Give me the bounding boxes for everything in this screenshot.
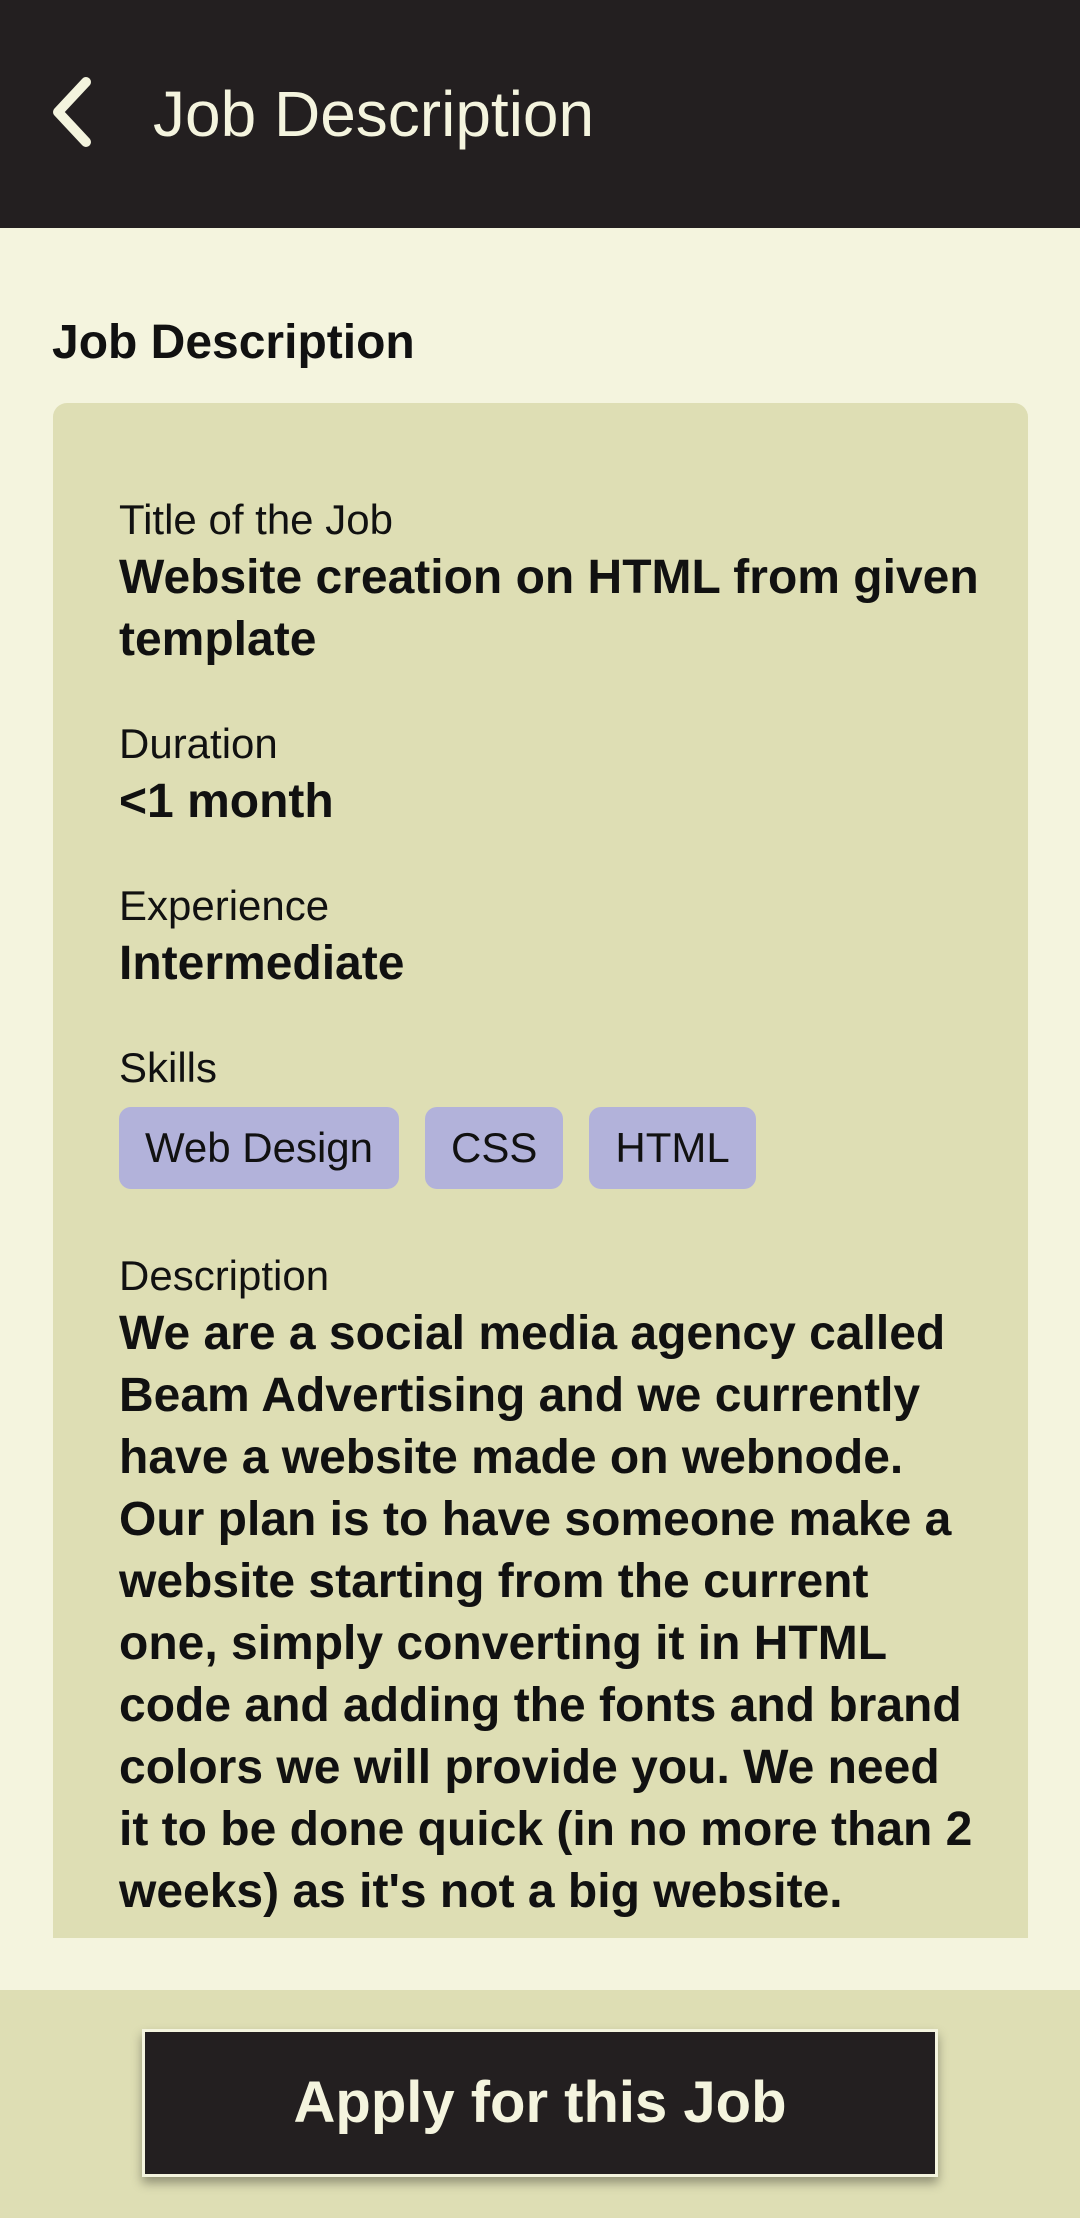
job-details-card: Title of the Job Website creation on HTM… xyxy=(53,403,1028,1938)
bottom-action-bar: Apply for this Job xyxy=(0,1990,1080,2218)
experience-value: Intermediate xyxy=(119,937,405,990)
job-title-field: Title of the Job Website creation on HTM… xyxy=(119,493,979,671)
duration-label: Duration xyxy=(119,720,278,767)
skill-chip-html: HTML xyxy=(589,1107,756,1189)
chevron-left-icon xyxy=(53,77,91,147)
skill-chip-web-design: Web Design xyxy=(119,1107,400,1189)
duration-field: Duration <1 month xyxy=(119,717,979,833)
description-label: Description xyxy=(119,1252,330,1299)
app-bar: Job Description xyxy=(0,0,1080,228)
skill-chip-css: CSS xyxy=(425,1107,564,1189)
experience-field: Experience Intermediate xyxy=(119,879,979,995)
app-bar-title: Job Description xyxy=(153,78,595,150)
job-details-content: Title of the Job Website creation on HTM… xyxy=(119,493,979,1923)
description-field: Description We are a social media agency… xyxy=(119,1249,979,1923)
skills-field: Skills Web Design CSS HTML xyxy=(119,1041,979,1189)
skills-chip-list: Web Design CSS HTML xyxy=(119,1107,979,1189)
duration-value: <1 month xyxy=(119,775,334,828)
experience-label: Experience xyxy=(119,882,330,929)
job-title-value: Website creation on HTML from given temp… xyxy=(119,551,979,666)
description-text: We are a social media agency called Beam… xyxy=(119,1307,973,1918)
back-button[interactable] xyxy=(32,62,112,162)
section-heading: Job Description xyxy=(52,316,415,369)
job-title-label: Title of the Job xyxy=(119,496,393,543)
apply-button[interactable]: Apply for this Job xyxy=(142,2029,938,2177)
skills-label: Skills xyxy=(119,1044,218,1091)
